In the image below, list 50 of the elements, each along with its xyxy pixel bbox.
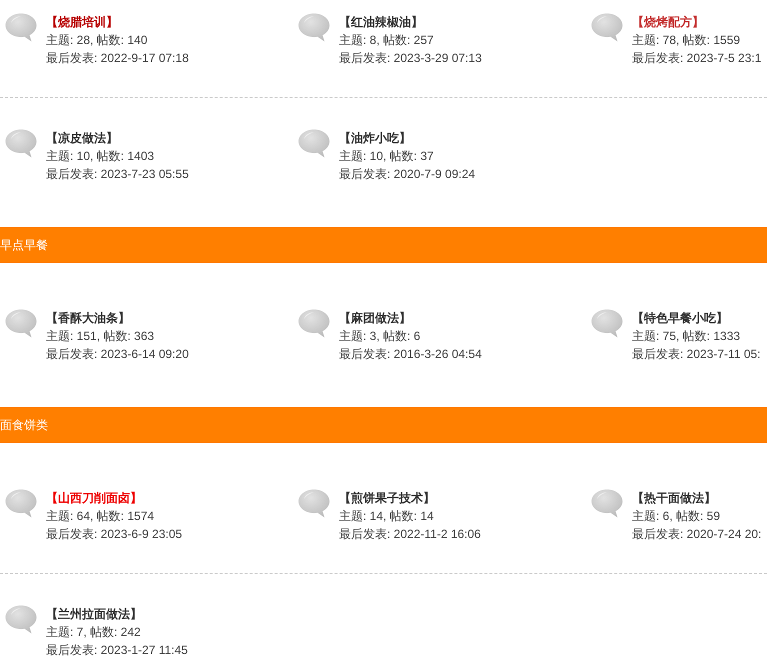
last-post-time: 最后发表: 2023-6-14 09:20 — [46, 346, 189, 363]
last-post-time: 最后发表: 2023-1-27 11:45 — [46, 642, 188, 659]
forum-title-link[interactable]: 【特色早餐小吃】 — [632, 309, 728, 327]
forum-stats: 主题: 3, 帖数: 6 — [339, 328, 420, 345]
forum-title-link[interactable]: 【油炸小吃】 — [339, 129, 411, 147]
last-post-time: 最后发表: 2023-6-9 23:05 — [46, 526, 182, 543]
forum-stats: 主题: 14, 帖数: 14 — [339, 508, 434, 525]
speech-bubble-icon — [298, 489, 330, 518]
forum-stats: 主题: 7, 帖数: 242 — [46, 624, 141, 641]
forum-stats: 主题: 6, 帖数: 59 — [632, 508, 720, 525]
forum-title-link[interactable]: 【山西刀削面卤】 — [46, 489, 142, 507]
forum-title-link[interactable]: 【兰州拉面做法】 — [46, 605, 142, 623]
speech-bubble-icon — [298, 129, 330, 158]
speech-bubble-icon — [5, 309, 37, 338]
last-post-time: 最后发表: 2023-7-23 05:55 — [46, 166, 189, 183]
speech-bubble-icon — [5, 489, 37, 518]
forum-title-link[interactable]: 【凉皮做法】 — [46, 129, 118, 147]
speech-bubble-icon — [591, 309, 623, 338]
last-post-time: 最后发表: 2020-7-9 09:24 — [339, 166, 476, 183]
forum-title-link[interactable]: 【热干面做法】 — [632, 489, 716, 507]
forum-stats: 主题: 10, 帖数: 1403 — [46, 148, 154, 165]
section-header: 早点早餐 — [0, 227, 767, 263]
forum-title-link[interactable]: 【麻团做法】 — [339, 309, 411, 327]
forum-title-link[interactable]: 【香酥大油条】 — [46, 309, 130, 327]
last-post-time: 最后发表: 2023-7-11 05: — [632, 346, 761, 363]
forum-title-link[interactable]: 【烧烤配方】 — [632, 13, 704, 31]
forum-stats: 主题: 10, 帖数: 37 — [339, 148, 434, 165]
forum-stats: 主题: 78, 帖数: 1559 — [632, 32, 740, 49]
speech-bubble-icon — [591, 489, 623, 518]
last-post-time: 最后发表: 2016-3-26 04:54 — [339, 346, 482, 363]
last-post-time: 最后发表: 2020-7-24 20: — [632, 526, 762, 543]
forum-title-link[interactable]: 【红油辣椒油】 — [339, 13, 423, 31]
speech-bubble-icon — [298, 13, 330, 42]
section-header: 面食饼类 — [0, 407, 767, 443]
forum-stats: 主题: 75, 帖数: 1333 — [632, 328, 740, 345]
last-post-time: 最后发表: 2022-11-2 16:06 — [339, 526, 481, 543]
speech-bubble-icon — [591, 13, 623, 42]
speech-bubble-icon — [298, 309, 330, 338]
last-post-time: 最后发表: 2023-3-29 07:13 — [339, 50, 482, 67]
forum-stats: 主题: 8, 帖数: 257 — [339, 32, 434, 49]
forum-title-link[interactable]: 【烧腊培训】 — [46, 13, 118, 31]
forum-stats: 主题: 28, 帖数: 140 — [46, 32, 148, 49]
forum-stats: 主题: 151, 帖数: 363 — [46, 328, 154, 345]
last-post-time: 最后发表: 2022-9-17 07:18 — [46, 50, 189, 67]
speech-bubble-icon — [5, 129, 37, 158]
forum-stats: 主题: 64, 帖数: 1574 — [46, 508, 154, 525]
forum-title-link[interactable]: 【煎饼果子技术】 — [339, 489, 435, 507]
last-post-time: 最后发表: 2023-7-5 23:1 — [632, 50, 762, 67]
speech-bubble-icon — [5, 605, 37, 634]
speech-bubble-icon — [5, 13, 37, 42]
